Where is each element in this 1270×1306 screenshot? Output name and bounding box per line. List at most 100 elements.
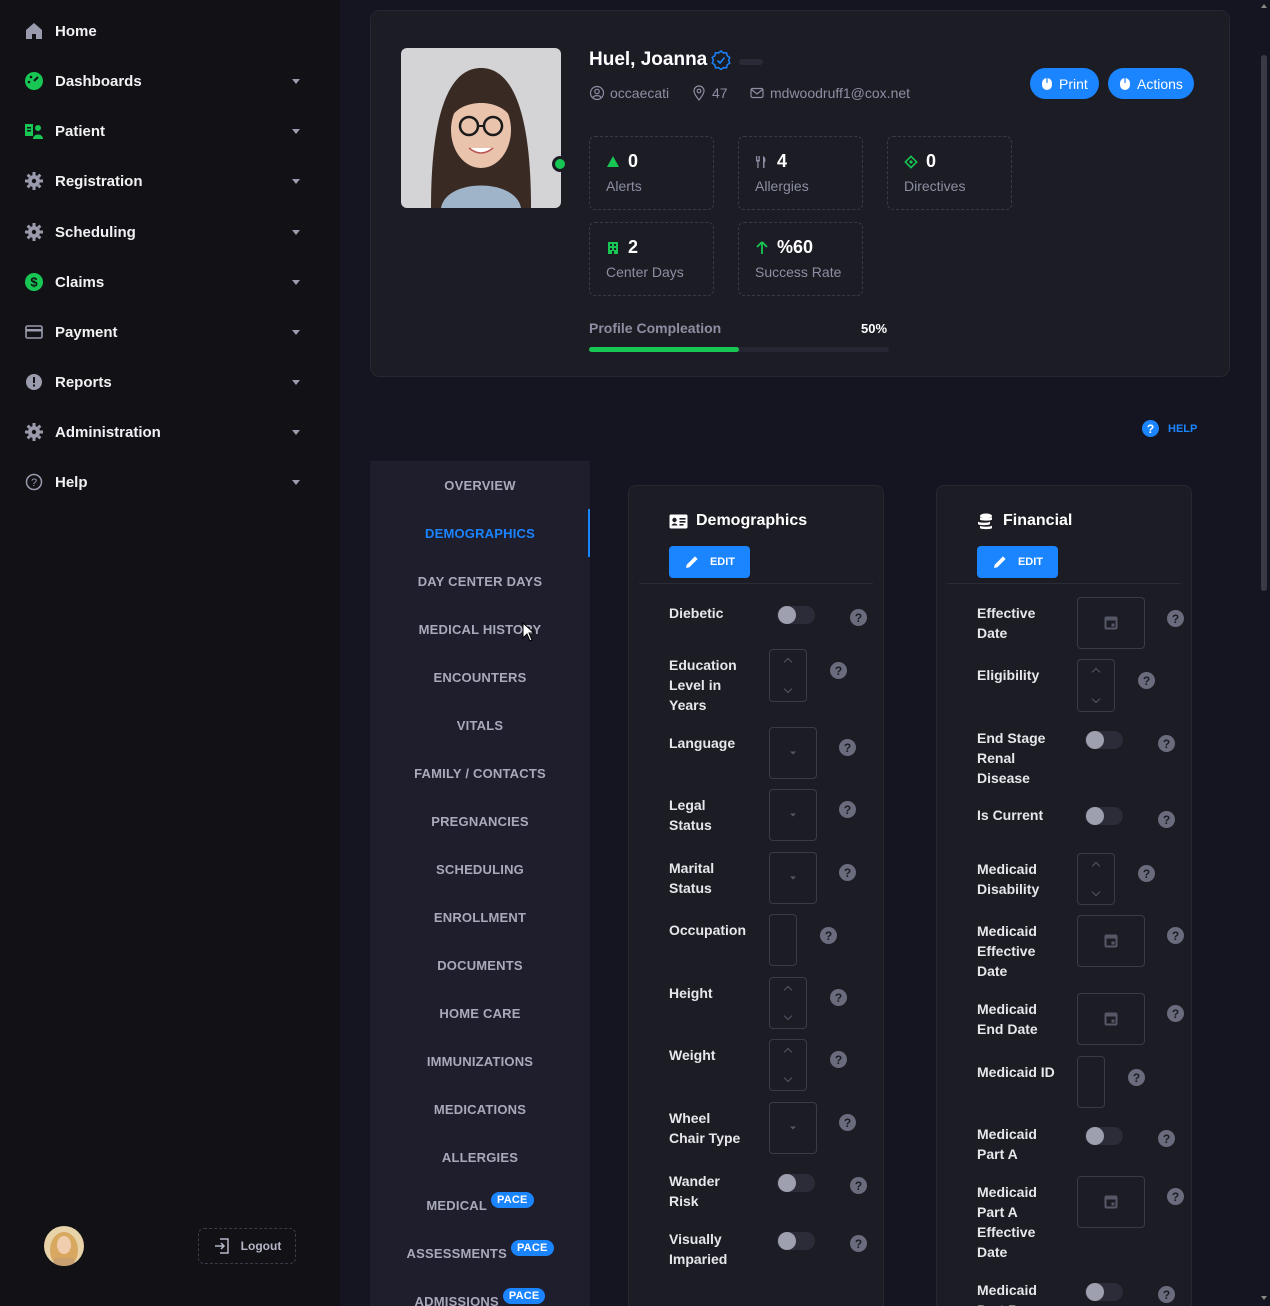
- actions-button[interactable]: Actions: [1108, 68, 1194, 99]
- select-dropdown[interactable]: [769, 789, 817, 841]
- help-tooltip-icon[interactable]: ?: [1167, 927, 1184, 944]
- number-input[interactable]: [1077, 853, 1115, 905]
- tab-medical-history[interactable]: MEDICAL HISTORY: [370, 605, 590, 653]
- field-label: Medicaid End Date: [977, 1001, 1038, 1037]
- sidebar-item-payment[interactable]: Payment: [0, 312, 320, 352]
- spin-down-icon: [783, 1073, 793, 1083]
- sidebar-item-claims[interactable]: $ Claims: [0, 262, 320, 302]
- help-tooltip-icon[interactable]: ?: [1158, 1130, 1175, 1147]
- toggle-switch[interactable]: [1085, 1127, 1123, 1145]
- tab-encounters[interactable]: ENCOUNTERS: [370, 653, 590, 701]
- spin-up-icon: [1091, 667, 1101, 677]
- sidebar-item-administration[interactable]: Administration: [0, 412, 320, 452]
- select-dropdown[interactable]: [769, 852, 817, 904]
- tab-label: ENROLLMENT: [433, 909, 527, 925]
- pace-badge: PACE: [510, 1240, 554, 1256]
- sidebar-item-scheduling[interactable]: Scheduling: [0, 212, 320, 252]
- help-tooltip-icon[interactable]: ?: [830, 989, 847, 1006]
- sidebar-item-patient[interactable]: Patient: [0, 111, 320, 151]
- sidebar-item-dashboards[interactable]: Dashboards: [0, 61, 320, 101]
- help-tooltip-icon[interactable]: ?: [839, 1114, 856, 1131]
- number-input[interactable]: [769, 1039, 807, 1091]
- tab-family-contacts[interactable]: FAMILY / CONTACTS: [370, 749, 590, 797]
- tab-medical[interactable]: MEDICAL PACE: [370, 1181, 590, 1229]
- tab-assessments[interactable]: ASSESSMENTS PACE: [370, 1229, 590, 1277]
- help-tooltip-icon[interactable]: ?: [830, 662, 847, 679]
- tab-documents[interactable]: DOCUMENTS: [370, 941, 590, 989]
- text-input[interactable]: [1077, 1056, 1105, 1108]
- financial-edit-button[interactable]: EDIT: [977, 546, 1058, 578]
- help-tooltip-icon[interactable]: ?: [1138, 672, 1155, 689]
- sidebar-item-help[interactable]: ? Help: [0, 462, 320, 502]
- text-input[interactable]: [769, 914, 797, 966]
- user-circle-icon: [589, 85, 605, 101]
- financial-title: Financial: [977, 512, 1072, 530]
- number-input[interactable]: [1077, 659, 1115, 712]
- help-tooltip-icon[interactable]: ?: [1167, 1188, 1184, 1205]
- tab-admissions[interactable]: ADMISSIONS PACE: [370, 1277, 590, 1306]
- tab-demographics[interactable]: DEMOGRAPHICS: [370, 509, 590, 557]
- demographics-title: Demographics: [669, 512, 807, 530]
- select-dropdown[interactable]: [769, 1102, 817, 1154]
- user-avatar[interactable]: [44, 1226, 84, 1266]
- help-link[interactable]: ? HELP: [1142, 420, 1197, 437]
- help-tooltip-icon[interactable]: ?: [820, 927, 837, 944]
- demographics-edit-button[interactable]: EDIT: [669, 546, 750, 578]
- help-tooltip-icon[interactable]: ?: [850, 1177, 867, 1194]
- chevron-down-icon: [292, 179, 300, 184]
- sidebar-item-home[interactable]: Home: [0, 11, 320, 51]
- toggle-switch[interactable]: [1085, 807, 1123, 825]
- number-input[interactable]: [769, 649, 807, 702]
- help-tooltip-icon[interactable]: ?: [1158, 811, 1175, 828]
- stat-value: 2: [628, 237, 639, 257]
- toggle-switch[interactable]: [777, 1174, 815, 1192]
- help-tooltip-icon[interactable]: ?: [1158, 1286, 1175, 1303]
- help-tooltip-icon[interactable]: ?: [839, 739, 856, 756]
- field-label: Medicaid Part A Effective Date: [977, 1184, 1037, 1260]
- help-tooltip-icon[interactable]: ?: [839, 864, 856, 881]
- scroll-down-arrow[interactable]: [1261, 1296, 1267, 1300]
- sidebar-item-label: Payment: [55, 323, 118, 341]
- help-tooltip-icon[interactable]: ?: [1138, 865, 1155, 882]
- help-tooltip-icon[interactable]: ?: [839, 801, 856, 818]
- date-input[interactable]: [1077, 1176, 1145, 1228]
- number-input[interactable]: [769, 977, 807, 1029]
- stat-card-directives: 0 Directives: [887, 136, 1012, 210]
- logout-button[interactable]: Logout: [198, 1228, 296, 1264]
- tab-pregnancies[interactable]: PREGNANCIES: [370, 797, 590, 845]
- date-input[interactable]: [1077, 597, 1145, 649]
- toggle-switch[interactable]: [777, 606, 815, 624]
- toggle-switch[interactable]: [777, 1232, 815, 1250]
- spin-down-icon: [783, 684, 793, 694]
- tab-enrollment[interactable]: ENROLLMENT: [370, 893, 590, 941]
- help-tooltip-icon[interactable]: ?: [1167, 1005, 1184, 1022]
- tab-vitals[interactable]: VITALS: [370, 701, 590, 749]
- tab-overview[interactable]: OVERVIEW: [370, 461, 590, 509]
- tab-day-center-days[interactable]: DAY CENTER DAYS: [370, 557, 590, 605]
- tab-immunizations[interactable]: IMMUNIZATIONS: [370, 1037, 590, 1085]
- select-dropdown[interactable]: [769, 727, 817, 779]
- help-tooltip-icon[interactable]: ?: [1128, 1069, 1145, 1086]
- date-input[interactable]: [1077, 993, 1145, 1045]
- tab-home-care[interactable]: HOME CARE: [370, 989, 590, 1037]
- toggle-switch[interactable]: [1085, 731, 1123, 749]
- help-tooltip-icon[interactable]: ?: [850, 609, 867, 626]
- sidebar-item-reports[interactable]: Reports: [0, 362, 320, 402]
- scrollbar-thumb[interactable]: [1261, 55, 1267, 591]
- page-scrollbar[interactable]: [1258, 0, 1270, 1306]
- help-tooltip-icon[interactable]: ?: [850, 1235, 867, 1252]
- help-tooltip-icon[interactable]: ?: [1167, 610, 1184, 627]
- tab-scheduling[interactable]: SCHEDULING: [370, 845, 590, 893]
- field-label: Medicaid Part A: [977, 1126, 1037, 1162]
- help-tooltip-icon[interactable]: ?: [830, 1051, 847, 1068]
- edit-label: EDIT: [709, 556, 736, 568]
- tab-medications[interactable]: MEDICATIONS: [370, 1085, 590, 1133]
- toggle-switch[interactable]: [1085, 1283, 1123, 1301]
- tab-allergies[interactable]: ALLERGIES: [370, 1133, 590, 1181]
- sidebar-item-registration[interactable]: Registration: [0, 161, 320, 201]
- scroll-up-arrow[interactable]: [1261, 4, 1267, 8]
- date-input[interactable]: [1077, 915, 1145, 967]
- help-tooltip-icon[interactable]: ?: [1158, 735, 1175, 752]
- patient-name: Huel, Joanna: [589, 49, 708, 70]
- print-button[interactable]: Print: [1030, 68, 1099, 99]
